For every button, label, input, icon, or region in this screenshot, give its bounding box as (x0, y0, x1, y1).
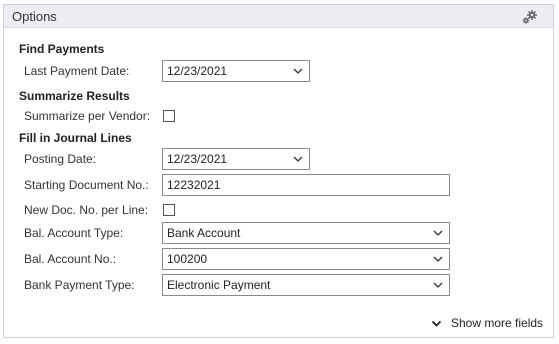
last-payment-date-label: Last Payment Date: (24, 64, 130, 78)
bal-account-no-select[interactable]: 100200 (162, 248, 450, 270)
chevron-down-icon[interactable] (433, 280, 443, 290)
bal-account-no-value: 100200 (167, 252, 208, 266)
last-payment-date-value: 12/23/2021 (167, 64, 228, 78)
options-panel: Options Find Payments Last Payment Date:… (3, 4, 554, 338)
options-title: Options (12, 9, 57, 24)
summarize-per-vendor-checkbox[interactable] (163, 110, 175, 122)
starting-document-no-label: Starting Document No.: (24, 178, 149, 192)
bank-payment-type-value: Electronic Payment (167, 278, 271, 292)
chevron-down-icon[interactable] (293, 66, 303, 76)
section-summarize-results: Summarize Results (19, 89, 130, 103)
chevron-down-icon[interactable] (293, 154, 303, 164)
section-fill-journal-lines: Fill in Journal Lines (19, 131, 132, 145)
summarize-per-vendor-label: Summarize per Vendor: (24, 109, 151, 123)
options-header[interactable]: Options (4, 5, 553, 28)
new-doc-per-line-label: New Doc. No. per Line: (24, 203, 149, 217)
chevron-down-icon[interactable] (433, 254, 443, 264)
bal-account-type-value: Bank Account (167, 226, 241, 240)
chevron-down-icon (431, 320, 442, 327)
posting-date-value: 12/23/2021 (167, 152, 228, 166)
bank-payment-type-select[interactable]: Electronic Payment (162, 274, 450, 296)
bal-account-type-select[interactable]: Bank Account (162, 222, 450, 244)
chevron-down-icon[interactable] (433, 228, 443, 238)
posting-date-field[interactable]: 12/23/2021 (162, 148, 310, 170)
bal-account-type-label: Bal. Account Type: (24, 226, 124, 240)
gears-icon[interactable] (521, 9, 539, 25)
bank-payment-type-label: Bank Payment Type: (24, 278, 135, 292)
posting-date-label: Posting Date: (24, 152, 97, 166)
bal-account-no-label: Bal. Account No.: (24, 252, 117, 266)
last-payment-date-field[interactable]: 12/23/2021 (162, 60, 310, 82)
section-find-payments: Find Payments (19, 42, 105, 56)
starting-document-no-input[interactable]: 12232021 (162, 174, 450, 196)
new-doc-per-line-checkbox[interactable] (163, 204, 175, 216)
show-more-fields-label: Show more fields (451, 316, 544, 330)
